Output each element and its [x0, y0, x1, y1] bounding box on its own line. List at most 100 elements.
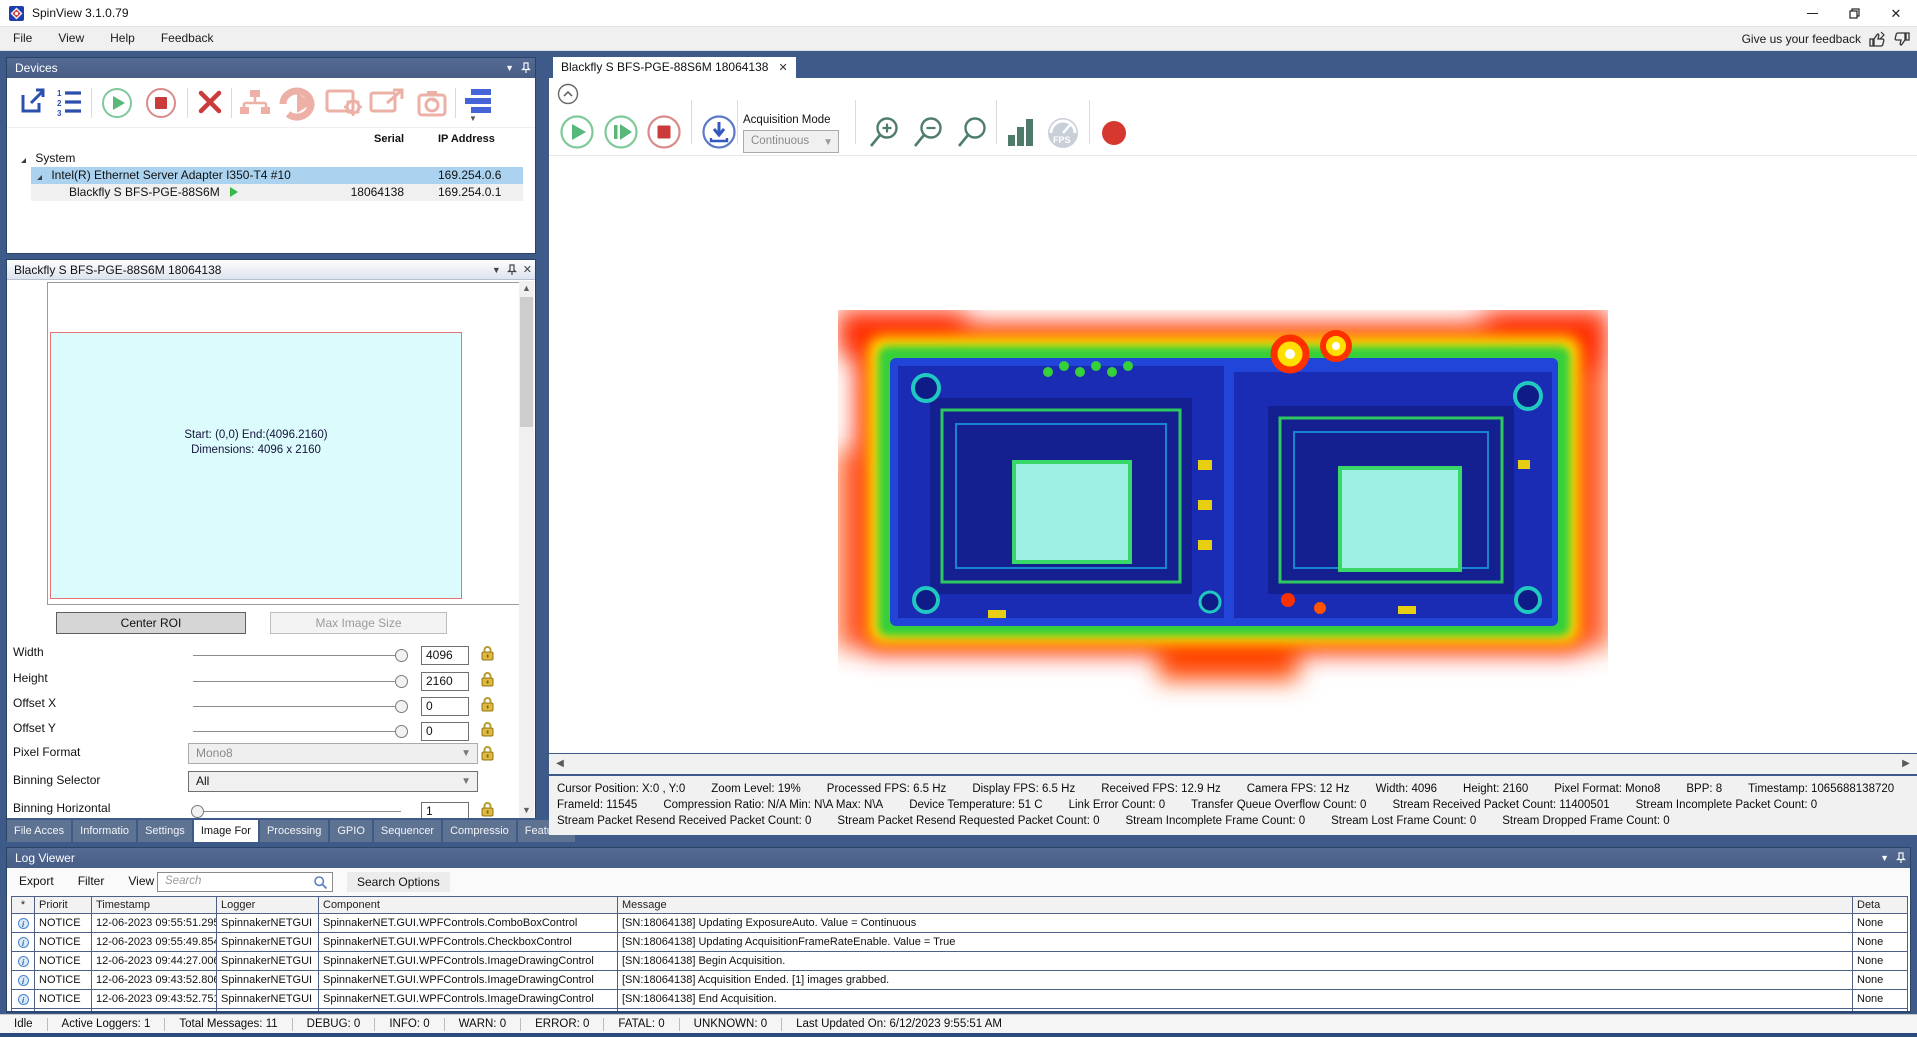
- update-device-list-icon[interactable]: [19, 87, 47, 117]
- image-viewport[interactable]: [549, 156, 1917, 753]
- details-view-chevron-icon[interactable]: ▼: [469, 114, 477, 123]
- device-list-icon[interactable]: 1 2 3: [55, 87, 83, 117]
- panel-menu-chevron-icon[interactable]: ▼: [505, 58, 514, 78]
- panel-menu-chevron-icon[interactable]: ▼: [492, 260, 501, 280]
- camera-panel-header[interactable]: Blackfly S BFS-PGE-88S6M 18064138 ▼ ✕: [7, 260, 535, 280]
- scrollbar-thumb[interactable]: [520, 297, 533, 427]
- menu-item[interactable]: File: [0, 27, 45, 49]
- search-options-button[interactable]: Search Options: [347, 872, 450, 892]
- slider-thumb[interactable]: [395, 700, 408, 713]
- camera-tab[interactable]: File Acces: [7, 820, 71, 842]
- ip-column-header[interactable]: IP Address: [438, 133, 495, 145]
- slider-thumb[interactable]: [395, 725, 408, 738]
- log-viewer-header[interactable]: Log Viewer ▼: [7, 848, 1910, 868]
- timestamp-column-header[interactable]: Timestamp: [92, 897, 217, 913]
- slider-thumb[interactable]: [191, 805, 204, 818]
- close-button[interactable]: ✕: [1875, 0, 1917, 27]
- pin-icon[interactable]: [507, 264, 517, 276]
- panel-menu-chevron-icon[interactable]: ▼: [1880, 848, 1889, 868]
- priority-column-header[interactable]: Priorit: [35, 897, 92, 913]
- logger-column-header[interactable]: Logger: [217, 897, 319, 913]
- camera-tab[interactable]: GPIO: [330, 820, 372, 842]
- star-column-header[interactable]: *: [11, 897, 35, 913]
- zoom-out-icon[interactable]: [911, 115, 947, 151]
- slider-track[interactable]: [193, 731, 401, 732]
- collapse-toolbar-icon[interactable]: [557, 83, 579, 105]
- scroll-right-icon[interactable]: ▶: [1897, 754, 1915, 774]
- camera-tab[interactable]: Settings: [138, 820, 192, 842]
- field-value-input[interactable]: 2160: [421, 672, 469, 691]
- pin-icon[interactable]: [1896, 852, 1906, 864]
- acquisition-mode-combo[interactable]: Continuous▼: [743, 130, 839, 153]
- log-row[interactable]: i NOTICE 12-06-2023 09:44:27.006 Spinnak…: [11, 952, 1908, 971]
- play-icon[interactable]: [559, 114, 595, 150]
- details-column-header[interactable]: Deta: [1853, 897, 1908, 913]
- scroll-left-icon[interactable]: ◀: [551, 754, 569, 774]
- save-image-icon[interactable]: [701, 114, 737, 150]
- stop-icon[interactable]: [646, 114, 682, 150]
- camera-tab[interactable]: Compressio: [443, 820, 516, 842]
- serial-column-header[interactable]: Serial: [334, 133, 404, 145]
- menu-item[interactable]: Feedback: [148, 27, 227, 49]
- tree-expander-icon[interactable]: [21, 158, 26, 163]
- camera-tab[interactable]: Image For: [194, 820, 258, 842]
- devices-panel-header[interactable]: Devices ▼: [7, 58, 535, 78]
- slider-thumb[interactable]: [395, 649, 408, 662]
- thumbs-up-icon[interactable]: [1868, 31, 1886, 48]
- slider-track[interactable]: [193, 655, 401, 656]
- viewer-tab[interactable]: Blackfly S BFS-PGE-88S6M 18064138✕: [553, 57, 796, 78]
- start-acquisition-icon[interactable]: [101, 87, 133, 119]
- camera-tab[interactable]: Processing: [260, 820, 328, 842]
- thumbs-down-icon[interactable]: [1893, 31, 1911, 48]
- log-menu-item[interactable]: Export: [7, 868, 66, 888]
- minimize-button[interactable]: [1791, 0, 1833, 27]
- center-roi-button[interactable]: Center ROI: [56, 612, 246, 634]
- zoom-in-icon[interactable]: [867, 115, 903, 151]
- menu-item[interactable]: View: [45, 27, 97, 49]
- menu-item[interactable]: Help: [97, 27, 148, 49]
- log-row[interactable]: i NOTICE 12-06-2023 09:43:52.382 Spinnak…: [11, 1009, 1908, 1013]
- device-tree-row[interactable]: Intel(R) Ethernet Server Adapter I350-T4…: [7, 167, 535, 184]
- camera-panel-scrollbar[interactable]: ▲ ▼: [519, 281, 534, 818]
- restore-button[interactable]: [1833, 0, 1875, 27]
- tab-close-icon[interactable]: ✕: [778, 62, 787, 74]
- max-image-size-button[interactable]: Max Image Size: [270, 612, 447, 634]
- log-search-input[interactable]: Search: [157, 872, 333, 892]
- slider-thumb[interactable]: [395, 675, 408, 688]
- log-row[interactable]: i NOTICE 12-06-2023 09:43:52.751 Spinnak…: [11, 990, 1908, 1009]
- field-value-input[interactable]: 0: [421, 722, 469, 741]
- camera-tab[interactable]: Sequencer: [374, 820, 441, 842]
- message-column-header[interactable]: Message: [618, 897, 1853, 913]
- field-combo[interactable]: All▼: [188, 771, 478, 792]
- play-single-frame-icon[interactable]: [603, 114, 639, 150]
- stop-acquisition-icon[interactable]: [145, 87, 177, 119]
- horizontal-scrollbar[interactable]: ◀ ▶: [549, 754, 1917, 774]
- scroll-down-icon[interactable]: ▼: [519, 803, 534, 818]
- details-view-icon[interactable]: [463, 87, 493, 115]
- log-row[interactable]: i NOTICE 12-06-2023 09:43:52.806 Spinnak…: [11, 971, 1908, 990]
- camera-tab[interactable]: Informatio: [73, 820, 136, 842]
- slider-track[interactable]: [193, 811, 401, 812]
- histogram-icon[interactable]: [1005, 117, 1037, 149]
- close-panel-icon[interactable]: ✕: [523, 260, 532, 280]
- device-tree-row[interactable]: System: [7, 150, 535, 167]
- log-row[interactable]: i NOTICE 12-06-2023 09:55:49.854 Spinnak…: [11, 933, 1908, 952]
- component-column-header[interactable]: Component: [319, 897, 618, 913]
- log-row[interactable]: i NOTICE 12-06-2023 09:55:51.295 Spinnak…: [11, 914, 1908, 933]
- slider-track[interactable]: [193, 706, 401, 707]
- remove-device-icon[interactable]: [195, 87, 225, 117]
- pin-icon[interactable]: [521, 62, 531, 74]
- record-icon[interactable]: [1099, 118, 1129, 148]
- tree-expander-icon[interactable]: [37, 175, 42, 180]
- device-tree-row[interactable]: Blackfly S BFS-PGE-88S6M 18064138 169.25…: [7, 184, 535, 201]
- scroll-up-icon[interactable]: ▲: [519, 281, 534, 296]
- zoom-fit-icon[interactable]: [955, 115, 991, 151]
- field-combo[interactable]: Mono8▼: [188, 743, 478, 764]
- slider-track[interactable]: [193, 681, 401, 682]
- roi-region[interactable]: [50, 332, 462, 599]
- field-value-input[interactable]: 0: [421, 697, 469, 716]
- log-menu-item[interactable]: Filter: [66, 868, 117, 888]
- field-value-input[interactable]: 4096: [421, 646, 469, 665]
- thermal-image[interactable]: [838, 310, 1608, 720]
- search-icon[interactable]: [313, 875, 328, 890]
